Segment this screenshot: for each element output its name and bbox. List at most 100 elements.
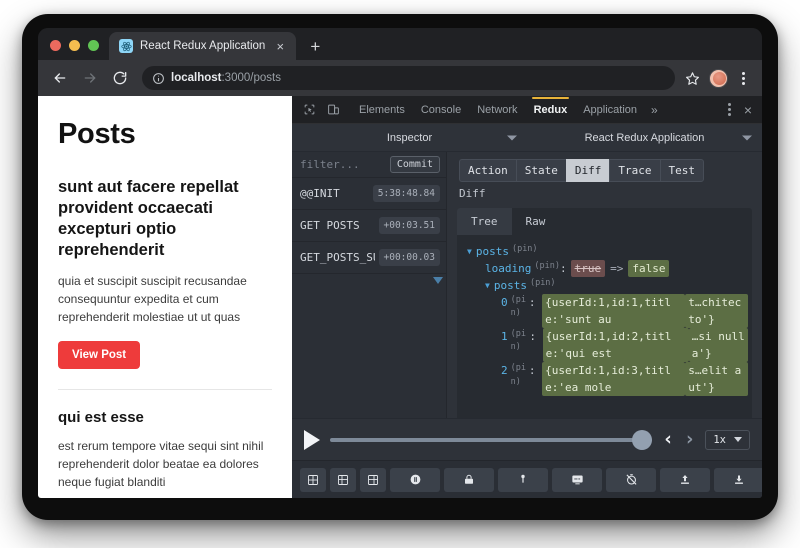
- tree-node-root[interactable]: ▼ posts (pin): [461, 243, 748, 260]
- redux-toolbar: [292, 460, 762, 498]
- pin-label[interactable]: (pin): [530, 277, 556, 290]
- address-bar[interactable]: localhost:3000/posts: [142, 66, 675, 90]
- time-travel-slider[interactable]: [330, 429, 653, 450]
- tab-console[interactable]: Console: [414, 97, 468, 123]
- pin-label[interactable]: (pin): [511, 294, 529, 320]
- post-item: sunt aut facere repellat provident occae…: [58, 177, 272, 370]
- redux-selectors: Inspector React Redux Application: [292, 124, 762, 152]
- address-bar-host: localhost: [171, 72, 222, 84]
- browser-tab-title: React Redux Application: [140, 40, 266, 52]
- browser-toolbar: localhost:3000/posts: [38, 60, 762, 96]
- chevron-right-icon[interactable]: ›: [684, 430, 695, 449]
- tab-redux[interactable]: Redux: [527, 96, 575, 123]
- inspect-element-icon[interactable]: [298, 100, 320, 120]
- action-list-item[interactable]: @@INIT 5:38:48.84: [292, 178, 446, 210]
- device-toolbar-icon[interactable]: [322, 100, 344, 120]
- tree-node-post-item: 1 (pin) : {userId:1,id:2,title:'qui est …: [461, 328, 748, 363]
- diff-new-value: false: [628, 260, 670, 278]
- devtools-panel: Elements Console Network Redux Applicati…: [292, 96, 762, 498]
- action-list-filler: [292, 274, 446, 418]
- tab-tree[interactable]: Tree: [457, 208, 512, 235]
- slider-monitor-icon[interactable]: [552, 467, 602, 492]
- devtools-overflow-button[interactable]: »: [646, 103, 663, 117]
- post-item: qui est esse est rerum tempore vitae seq…: [58, 408, 272, 498]
- inspector-panel: Action State Diff Trace Test Diff Tree R…: [447, 152, 762, 418]
- instance-selector-label: React Redux Application: [584, 131, 705, 144]
- playback-speed-select[interactable]: 1x: [705, 429, 750, 450]
- chevron-left-icon[interactable]: ‹: [662, 430, 673, 449]
- monitor-selector-label: Inspector: [386, 131, 433, 144]
- dock-right-icon[interactable]: [330, 467, 356, 492]
- tab-test[interactable]: Test: [659, 159, 704, 182]
- tree-node-index: 0: [501, 296, 508, 310]
- pin-label[interactable]: (pin): [511, 362, 529, 388]
- devtools-tab-list: Elements Console Network Redux Applicati…: [352, 96, 720, 123]
- tab-network[interactable]: Network: [470, 97, 524, 123]
- tab-raw[interactable]: Raw: [512, 208, 560, 235]
- star-icon[interactable]: [681, 67, 703, 89]
- site-info-icon[interactable]: [152, 72, 165, 85]
- web-page-content: Posts sunt aut facere repellat provident…: [38, 96, 292, 498]
- import-icon[interactable]: [660, 467, 710, 492]
- inspector-section-label: Diff: [459, 187, 486, 200]
- new-tab-button[interactable]: +: [302, 33, 328, 59]
- maximize-window-button[interactable]: [88, 40, 99, 51]
- devtools-settings-menu-icon[interactable]: [722, 103, 738, 116]
- dock-left-icon[interactable]: [360, 467, 386, 492]
- reload-button[interactable]: [108, 66, 132, 90]
- diff-added-value: {userId:1,id:3,title:'ea mole: [542, 362, 686, 397]
- monitor-selector[interactable]: Inspector: [292, 124, 527, 151]
- viewport: Posts sunt aut facere repellat provident…: [38, 96, 762, 498]
- view-post-button[interactable]: View Post: [58, 341, 141, 370]
- window-traffic-lights: [38, 40, 109, 60]
- kebab-menu-icon[interactable]: [734, 71, 752, 85]
- tree-node-posts[interactable]: ▼ posts (pin): [461, 277, 748, 294]
- tab-state[interactable]: State: [515, 159, 566, 182]
- play-icon[interactable]: [304, 429, 320, 450]
- dispatch-disabled-icon[interactable]: [606, 467, 656, 492]
- pin-label[interactable]: (pin): [511, 328, 530, 354]
- diff-added-value-cont: …si nulla'}: [688, 328, 748, 363]
- avatar[interactable]: [709, 68, 728, 88]
- commit-button[interactable]: Commit: [389, 156, 440, 173]
- persist-icon[interactable]: [498, 467, 548, 492]
- tree-node-key: posts: [493, 279, 527, 293]
- dock-bottom-icon[interactable]: [300, 467, 326, 492]
- screenshot-root: React Redux Application × + localhost:30…: [0, 0, 800, 548]
- pin-label[interactable]: (pin): [534, 260, 560, 273]
- tree-node-key: loading: [485, 262, 532, 276]
- instance-selector[interactable]: React Redux Application: [527, 124, 762, 151]
- chevron-down-icon[interactable]: ▼: [485, 277, 490, 294]
- filter-input[interactable]: filter...: [300, 158, 384, 171]
- chevron-down-icon: [734, 437, 742, 442]
- post-body: quia et suscipit suscipit recusandae con…: [58, 274, 247, 325]
- export-icon[interactable]: [714, 467, 762, 492]
- diff-arrow: =>: [610, 262, 624, 276]
- chevron-down-icon[interactable]: ▼: [467, 243, 472, 260]
- close-icon[interactable]: ×: [272, 38, 288, 54]
- tree-node-post-item: 2 (pin) : {userId:1,id:3,title:'ea mole …: [461, 362, 748, 397]
- slider-knob[interactable]: [632, 429, 653, 450]
- action-name: GET_POSTS_SUCCESS: [300, 251, 375, 264]
- action-list-item[interactable]: GET POSTS +00:03.51: [292, 210, 446, 242]
- action-list-item[interactable]: GET_POSTS_SUCCESS +00:00.03: [292, 242, 446, 274]
- chevron-down-icon: [742, 135, 752, 140]
- tab-application[interactable]: Application: [576, 97, 644, 123]
- forward-button[interactable]: [78, 66, 102, 90]
- lock-changes-icon[interactable]: [444, 467, 494, 492]
- chevron-down-icon: [507, 135, 517, 140]
- action-timestamp: +00:00.03: [378, 249, 440, 266]
- close-window-button[interactable]: [50, 40, 61, 51]
- tab-trace[interactable]: Trace: [609, 159, 660, 182]
- tab-action[interactable]: Action: [459, 159, 516, 182]
- back-button[interactable]: [48, 66, 72, 90]
- action-name: @@INIT: [300, 187, 340, 200]
- minimize-window-button[interactable]: [69, 40, 80, 51]
- diff-tree-body: ▼ posts (pin) loading (pin) : true => fa…: [457, 235, 752, 418]
- browser-tab[interactable]: React Redux Application ×: [109, 32, 297, 60]
- devtools-close-icon[interactable]: ×: [740, 102, 756, 118]
- pin-label[interactable]: (pin): [512, 243, 538, 256]
- pause-recording-icon[interactable]: [390, 467, 440, 492]
- tab-elements[interactable]: Elements: [352, 97, 412, 123]
- tab-diff[interactable]: Diff: [565, 159, 610, 182]
